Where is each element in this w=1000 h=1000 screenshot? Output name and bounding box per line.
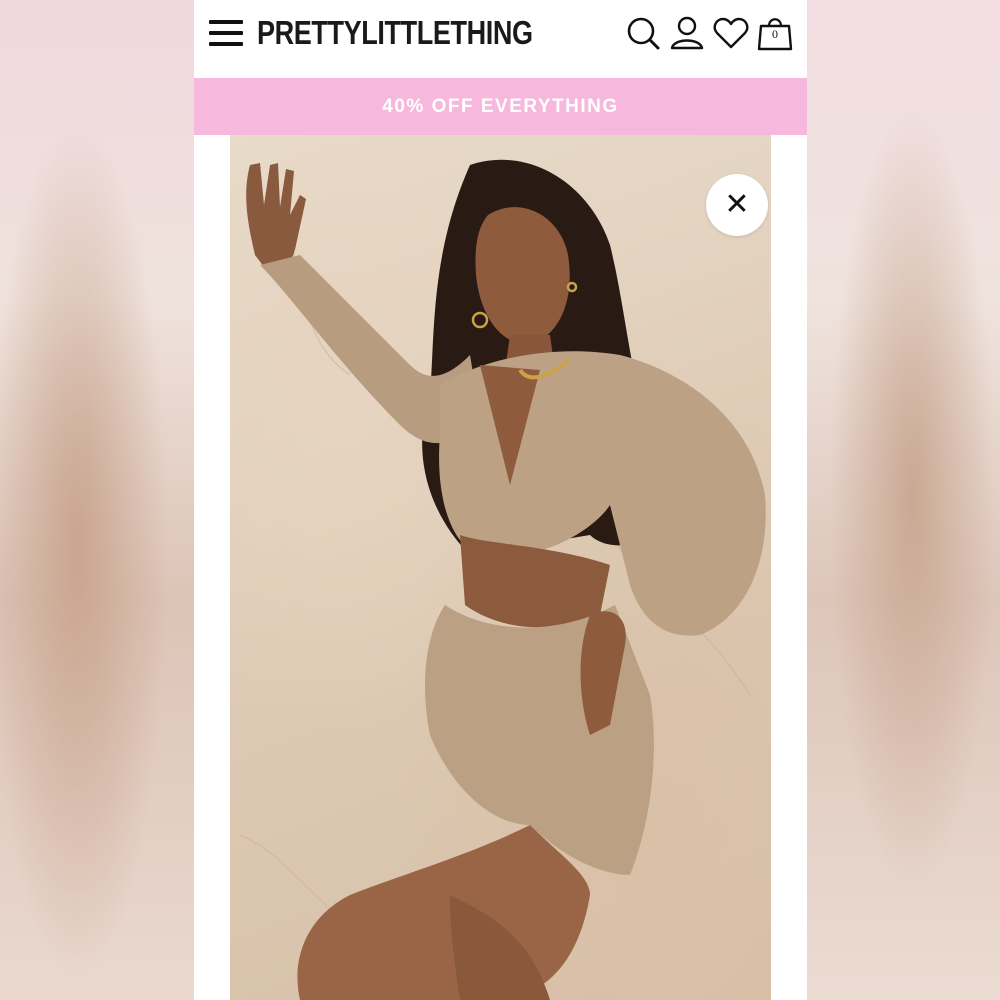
site-header: PRETTYLITTLETHING 0 [194,0,807,78]
close-icon: ✕ [724,187,750,222]
heart-icon[interactable] [712,14,750,52]
blurred-background-left [0,0,194,1000]
mobile-screen: PRETTYLITTLETHING 0 40% OFF EVERYTHING ✕ [194,0,807,1000]
bag-item-count: 0 [772,27,778,41]
promo-text: 40% OFF EVERYTHING [382,95,619,117]
shopping-bag-icon[interactable]: 0 [756,14,794,52]
search-icon[interactable] [624,14,662,52]
blurred-background-right [806,0,1000,1000]
user-icon[interactable] [668,14,706,52]
brand-logo[interactable]: PRETTYLITTLETHING [257,14,533,52]
hamburger-menu-icon[interactable] [209,18,243,48]
product-image[interactable] [230,135,771,1000]
promo-banner[interactable]: 40% OFF EVERYTHING [194,78,807,135]
model-illustration [239,159,766,1000]
close-button[interactable]: ✕ [706,174,768,236]
